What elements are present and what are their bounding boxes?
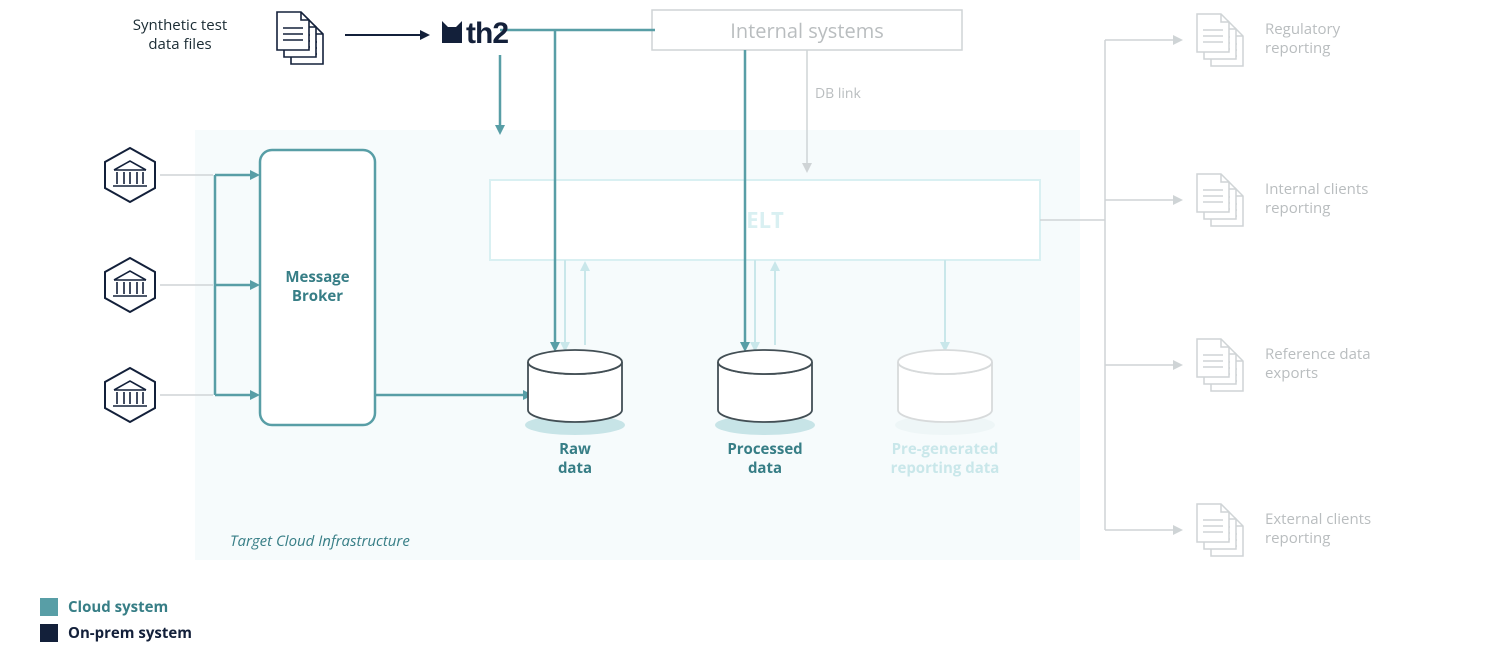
- report-file-icons: [1197, 14, 1243, 556]
- pregen-data-label: Pre-generatedreporting data: [875, 440, 1015, 478]
- report-external-icon: [1197, 504, 1243, 556]
- report-internal-icon: [1197, 174, 1243, 226]
- report-internal-label: Internal clientsreporting: [1265, 180, 1368, 218]
- internal-systems-label: Internal systems: [652, 18, 962, 43]
- bank-icons: [105, 148, 155, 422]
- report-reference-label: Reference dataexports: [1265, 345, 1371, 383]
- legend-cloud-swatch: [40, 598, 58, 616]
- report-external-label: External clientsreporting: [1265, 510, 1371, 548]
- synthetic-label: Synthetic testdata files: [100, 16, 260, 54]
- legend-cloud-label: Cloud system: [68, 598, 168, 617]
- bank-icon-2: [105, 258, 155, 312]
- processed-data-label: Processeddata: [705, 440, 825, 478]
- processed-data-cylinder: [715, 350, 815, 435]
- bank-icon-1: [105, 148, 155, 202]
- files-to-th2: [345, 30, 430, 40]
- elt-label: ELT: [490, 207, 1040, 235]
- raw-data-label: Rawdata: [525, 440, 625, 478]
- db-link-label: DB link: [815, 85, 861, 103]
- report-regulatory-label: Regulatoryreporting: [1265, 20, 1340, 58]
- legend-onprem-label: On-prem system: [68, 624, 192, 643]
- synthetic-files-icon: [277, 12, 323, 64]
- target-cloud-label: Target Cloud Infrastructure: [230, 532, 410, 551]
- svg-text:th2: th2: [466, 17, 508, 50]
- pregen-data-cylinder: [895, 350, 995, 435]
- th2-logo: th2: [442, 17, 508, 50]
- report-regulatory-icon: [1197, 14, 1243, 66]
- legend-onprem-swatch: [40, 624, 58, 642]
- diagram-canvas: th2: [0, 0, 1500, 656]
- message-broker-label: MessageBroker: [260, 268, 375, 306]
- raw-data-cylinder: [525, 350, 625, 435]
- bank-icon-3: [105, 368, 155, 422]
- th2-to-raw: [495, 55, 505, 135]
- report-reference-icon: [1197, 339, 1243, 391]
